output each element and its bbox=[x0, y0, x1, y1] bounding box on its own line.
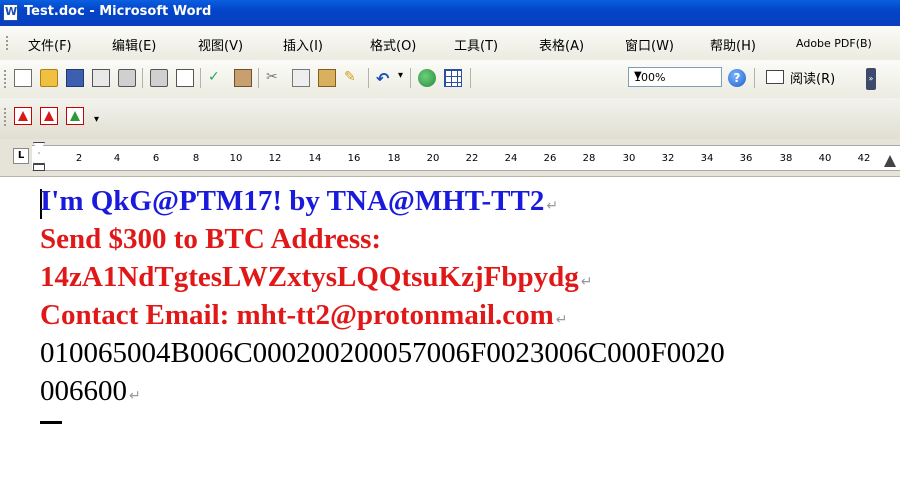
line-text: 010065004B006C000200200057006F0023006C00… bbox=[40, 337, 725, 369]
menu-view[interactable]: 视图(V) bbox=[198, 35, 243, 54]
ruler-number: 36 bbox=[739, 153, 753, 164]
ruler-number: 42 bbox=[857, 153, 871, 164]
line-text: 14zA1NdTgtesLWZxtysLQQtsuKzjFbpydg bbox=[40, 261, 579, 293]
line-text: 006600 bbox=[40, 375, 127, 407]
window-title: Test.doc - Microsoft Word bbox=[24, 4, 212, 19]
paragraph-mark-icon: ↵ bbox=[129, 389, 141, 404]
ruler-number: 8 bbox=[192, 153, 200, 164]
ruler-number: 20 bbox=[426, 153, 440, 164]
ruler-number: 24 bbox=[504, 153, 518, 164]
document-line: Contact Email: mht-tt2@protonmail.com ↵ bbox=[40, 299, 567, 332]
spelling-icon[interactable]: ✓ bbox=[208, 69, 226, 87]
hyperlink-icon[interactable] bbox=[418, 69, 436, 87]
paragraph-mark-icon: ↵ bbox=[555, 313, 568, 328]
convert-and-review-icon[interactable] bbox=[66, 107, 84, 125]
ruler-number: 12 bbox=[268, 153, 282, 164]
document-line: 010065004B006C000200200057006F0023006C00… bbox=[40, 337, 725, 370]
line-text: Send $300 to BTC Address: bbox=[40, 223, 382, 255]
first-line-indent-icon[interactable] bbox=[33, 142, 45, 153]
ruler-number: 2 bbox=[75, 153, 83, 164]
ruler-number: 6 bbox=[152, 153, 160, 164]
ruler-number: 14 bbox=[308, 153, 322, 164]
ruler-number: 22 bbox=[465, 153, 479, 164]
end-of-document-mark bbox=[40, 421, 62, 424]
document-line: 006600 ↵ bbox=[40, 375, 141, 408]
save-icon[interactable] bbox=[66, 69, 84, 87]
pdf-toolbar-grip[interactable] bbox=[4, 108, 8, 126]
open-icon[interactable] bbox=[40, 69, 58, 87]
email-icon[interactable] bbox=[118, 69, 136, 87]
toolbar-separator bbox=[258, 68, 259, 88]
undo-dropdown-icon[interactable]: ▾ bbox=[398, 70, 403, 81]
document-body[interactable]: I'm QkG@PTM17! by TNA@MHT-TT2 ↵ Send $300… bbox=[0, 177, 900, 495]
research-icon[interactable] bbox=[234, 69, 252, 87]
line-text: Contact Email: mht-tt2@protonmail.com bbox=[40, 299, 554, 331]
ruler-number: 10 bbox=[229, 153, 243, 164]
toolbar-separator bbox=[410, 68, 411, 88]
menu-table[interactable]: 表格(A) bbox=[539, 35, 584, 54]
convert-and-email-icon[interactable] bbox=[40, 107, 58, 125]
pdf-toolbar: ▾ bbox=[0, 98, 900, 140]
format-painter-icon[interactable]: ✎ bbox=[344, 69, 362, 87]
word-app-icon[interactable] bbox=[3, 4, 18, 21]
permission-icon[interactable] bbox=[92, 69, 110, 87]
pdf-toolbar-options-icon[interactable]: ▾ bbox=[94, 114, 99, 125]
menu-help[interactable]: 帮助(H) bbox=[710, 35, 756, 54]
read-icon[interactable] bbox=[766, 70, 784, 84]
toolbar-grip[interactable] bbox=[4, 70, 8, 88]
tab-selector[interactable]: L bbox=[13, 148, 29, 164]
read-button-label[interactable]: 阅读(R) bbox=[790, 68, 835, 87]
paste-icon[interactable] bbox=[318, 69, 336, 87]
ruler-number: 38 bbox=[779, 153, 793, 164]
table-icon[interactable] bbox=[444, 69, 462, 87]
cut-icon[interactable]: ✂ bbox=[266, 69, 284, 87]
ruler-number: 18 bbox=[387, 153, 401, 164]
document-line: I'm QkG@PTM17! by TNA@MHT-TT2 ↵ bbox=[40, 185, 558, 218]
title-bar: Test.doc - Microsoft Word bbox=[0, 0, 900, 26]
convert-to-pdf-icon[interactable] bbox=[14, 107, 32, 125]
ruler-number: 16 bbox=[347, 153, 361, 164]
ruler-number: 28 bbox=[582, 153, 596, 164]
document-line: 14zA1NdTgtesLWZxtysLQQtsuKzjFbpydg ↵ bbox=[40, 261, 592, 294]
ruler-number: 26 bbox=[543, 153, 557, 164]
menubar-grip[interactable] bbox=[6, 36, 10, 50]
left-indent-marker[interactable] bbox=[33, 142, 45, 172]
ruler-number: 40 bbox=[818, 153, 832, 164]
toolbar-separator bbox=[368, 68, 369, 88]
line-text: I'm QkG@PTM17! by TNA@MHT-TT2 bbox=[40, 185, 545, 217]
undo-icon[interactable]: ↶ bbox=[376, 69, 394, 88]
menu-bar: 文件(F) 编辑(E) 视图(V) 插入(I) 格式(O) 工具(T) 表格(A… bbox=[0, 26, 900, 61]
ruler-number: 30 bbox=[622, 153, 636, 164]
menu-window[interactable]: 窗口(W) bbox=[625, 35, 674, 54]
hanging-indent-icon[interactable] bbox=[33, 153, 45, 164]
ruler-number: 4 bbox=[113, 153, 121, 164]
toolbar-separator bbox=[754, 68, 755, 88]
paragraph-mark-icon: ↵ bbox=[546, 199, 559, 214]
standard-toolbar: ✓ ✂ ✎ ↶ ▾ 100% ▼ ? 阅读(R) » bbox=[0, 60, 900, 99]
ruler-number: 32 bbox=[661, 153, 675, 164]
print-preview-icon[interactable] bbox=[176, 69, 194, 87]
toolbar-separator bbox=[200, 68, 201, 88]
left-indent-icon[interactable] bbox=[33, 164, 45, 171]
menu-adobe-pdf[interactable]: Adobe PDF(B) bbox=[796, 37, 872, 50]
menu-insert[interactable]: 插入(I) bbox=[283, 35, 323, 54]
toolbar-separator bbox=[470, 68, 471, 88]
ruler-number: 34 bbox=[700, 153, 714, 164]
new-icon[interactable] bbox=[14, 69, 32, 87]
zoom-dropdown-icon[interactable]: ▼ bbox=[634, 70, 718, 81]
zoom-select[interactable]: 100% ▼ bbox=[628, 67, 722, 87]
horizontal-ruler[interactable]: 2 4 6 8 10 12 14 16 18 20 22 24 26 28 30… bbox=[32, 145, 900, 171]
menu-edit[interactable]: 编辑(E) bbox=[112, 35, 156, 54]
menu-tools[interactable]: 工具(T) bbox=[454, 35, 498, 54]
paragraph-mark-icon: ↵ bbox=[580, 275, 593, 290]
toolbar-separator bbox=[142, 68, 143, 88]
help-icon[interactable]: ? bbox=[728, 69, 746, 87]
copy-icon[interactable] bbox=[292, 69, 310, 87]
document-line: Send $300 to BTC Address: bbox=[40, 223, 381, 256]
menu-format[interactable]: 格式(O) bbox=[370, 35, 416, 54]
menu-file[interactable]: 文件(F) bbox=[28, 35, 72, 54]
print-icon[interactable] bbox=[150, 69, 168, 87]
toolbar-options-icon[interactable]: » bbox=[866, 68, 876, 90]
